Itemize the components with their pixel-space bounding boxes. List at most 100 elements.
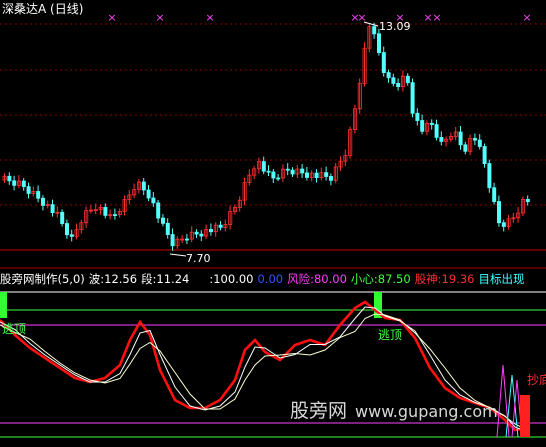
candle	[396, 78, 401, 91]
bottom-buy-bar	[520, 395, 530, 437]
candle	[410, 78, 415, 118]
candle	[448, 132, 453, 143]
level-100-value: :100.00	[209, 272, 254, 286]
escape-top-label-1: 逃顶	[2, 322, 27, 336]
price-grid	[0, 23, 546, 251]
candle	[468, 134, 473, 156]
candle	[228, 205, 233, 230]
target-label: 目标出现	[478, 272, 525, 286]
candle	[496, 195, 501, 227]
candle	[208, 223, 213, 236]
candle	[232, 204, 237, 215]
candle	[189, 226, 194, 243]
candle	[333, 162, 338, 184]
candle	[7, 172, 12, 185]
bottom-buy-label: 抄底	[527, 373, 546, 387]
candle	[521, 196, 526, 216]
candle	[261, 156, 266, 175]
candle	[420, 114, 425, 135]
candle	[338, 156, 343, 171]
escape-top-label-2: 逃顶	[378, 328, 403, 342]
candle	[36, 185, 41, 203]
candle	[136, 179, 141, 194]
candle	[487, 159, 492, 193]
candle	[357, 78, 362, 114]
x-marker: ×	[205, 11, 214, 24]
low-pointer	[169, 253, 187, 257]
candle	[213, 222, 218, 237]
candle	[117, 208, 122, 218]
candle	[237, 196, 242, 212]
candle	[41, 195, 46, 211]
candle	[463, 141, 468, 155]
risk-value: 风险:80.00	[287, 272, 347, 286]
candle	[525, 195, 530, 206]
candle	[223, 219, 228, 232]
candle	[290, 167, 295, 177]
candle	[50, 199, 55, 217]
candle	[74, 223, 79, 240]
candle	[242, 177, 247, 206]
candle	[439, 131, 444, 146]
wave-value: 波:12.56	[88, 272, 138, 286]
candle	[343, 149, 348, 167]
x-marker: ×	[423, 11, 432, 24]
candle	[65, 219, 70, 239]
candle	[204, 224, 209, 240]
candle	[516, 207, 521, 223]
candle	[304, 166, 309, 181]
candle	[252, 165, 257, 180]
level-0-value: 0.00	[257, 272, 284, 286]
indicator-header: 股旁网制作(5,0) 波:12.56 段:11.24 :100.00 0.00 风险:80…	[0, 271, 528, 287]
candle	[89, 205, 94, 214]
candle	[348, 126, 353, 159]
candle	[285, 163, 290, 176]
candle	[280, 164, 285, 182]
candle	[170, 228, 175, 251]
candle	[501, 219, 506, 232]
candle	[391, 73, 396, 87]
candle	[160, 214, 165, 227]
candle	[276, 174, 281, 181]
candle	[511, 212, 516, 223]
candle	[180, 235, 185, 244]
candle	[482, 143, 487, 168]
candle	[434, 119, 439, 141]
watermark-url: www.gupang.com	[355, 402, 498, 421]
candle	[386, 69, 391, 83]
candle	[2, 173, 7, 183]
candle	[141, 178, 146, 195]
candle	[429, 119, 434, 130]
segment-value: 段:11.24	[141, 272, 190, 286]
low-price-label: 7.70	[186, 252, 211, 265]
candle	[453, 127, 458, 141]
candle	[362, 42, 367, 87]
caution-value: 小心:87.50	[350, 272, 411, 286]
candle	[79, 219, 84, 234]
high-price-label: 13.09	[379, 20, 411, 33]
candle	[314, 169, 319, 183]
candle	[113, 208, 118, 220]
x-marker: ×	[522, 11, 531, 24]
candle	[132, 183, 137, 198]
candle	[16, 175, 21, 189]
chart-canvas[interactable]: × × × ×× × × × × 13.09 7.70	[0, 0, 546, 447]
candle	[295, 165, 300, 178]
x-marker: ×	[155, 11, 164, 24]
stock-god-value: 股神:19.36	[414, 272, 475, 286]
x-marker: ×	[432, 11, 441, 24]
candle	[156, 199, 161, 224]
x-marker: ×	[107, 11, 116, 24]
candle	[444, 136, 449, 147]
candle	[300, 164, 305, 178]
candle	[492, 182, 497, 205]
candle	[31, 186, 36, 197]
candle	[84, 206, 89, 228]
candle	[247, 169, 252, 186]
watermark: 股旁网 www.gupang.com	[290, 396, 498, 423]
candle	[184, 234, 189, 245]
candle	[45, 200, 50, 209]
candle	[506, 214, 511, 230]
indicator-name: 股旁网制作(5,0)	[0, 272, 85, 286]
candle	[266, 165, 271, 176]
